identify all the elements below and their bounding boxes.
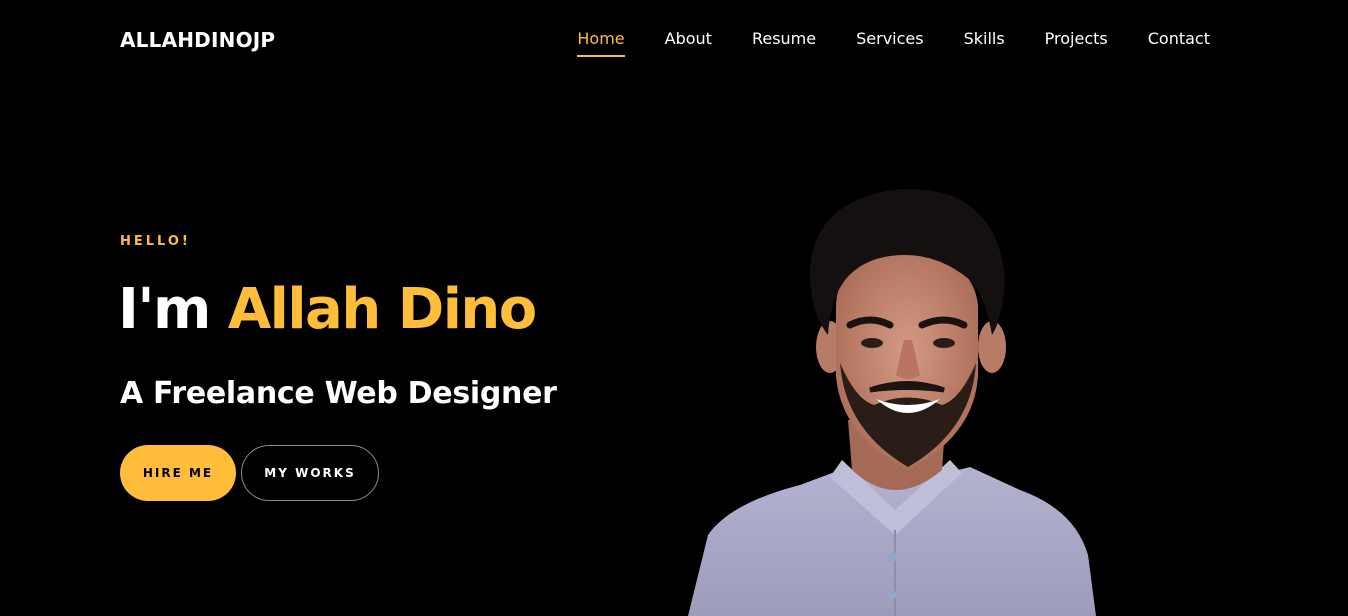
headline-prefix: I'm — [118, 277, 228, 342]
my-works-button[interactable]: MY WORKS — [241, 445, 379, 501]
nav-item-about: About — [665, 29, 712, 57]
nav-item-home: Home — [577, 29, 625, 57]
page: ALLAHDINOJP Home About Resume Services S… — [0, 0, 1348, 616]
nav-link-about[interactable]: About — [665, 29, 712, 57]
nav-item-skills: Skills — [964, 29, 1005, 57]
nav-link-skills[interactable]: Skills — [964, 29, 1005, 57]
profile-photo — [688, 189, 1096, 616]
nav-link-home[interactable]: Home — [577, 29, 625, 57]
hire-me-button[interactable]: HIRE ME — [120, 445, 236, 501]
nav-link-projects[interactable]: Projects — [1045, 29, 1108, 57]
nav-link-services[interactable]: Services — [856, 29, 923, 57]
hero-headline: I'm Allah Dino — [118, 276, 537, 344]
navbar: ALLAHDINOJP Home About Resume Services S… — [0, 0, 1348, 80]
nav-item-resume: Resume — [752, 29, 816, 57]
nav-link-resume[interactable]: Resume — [752, 29, 816, 57]
nav-item-services: Services — [856, 29, 923, 57]
hero-greeting: HELLO! — [120, 234, 191, 249]
hero-subtitle: A Freelance Web Designer — [120, 376, 557, 411]
headline-name: Allah Dino — [227, 277, 537, 342]
nav-item-contact: Contact — [1148, 29, 1210, 57]
nav-menu: Home About Resume Services Skills Projec… — [577, 29, 1210, 57]
nav-item-projects: Projects — [1045, 29, 1108, 57]
nav-link-contact[interactable]: Contact — [1148, 29, 1210, 57]
brand-logo[interactable]: ALLAHDINOJP — [120, 28, 275, 52]
